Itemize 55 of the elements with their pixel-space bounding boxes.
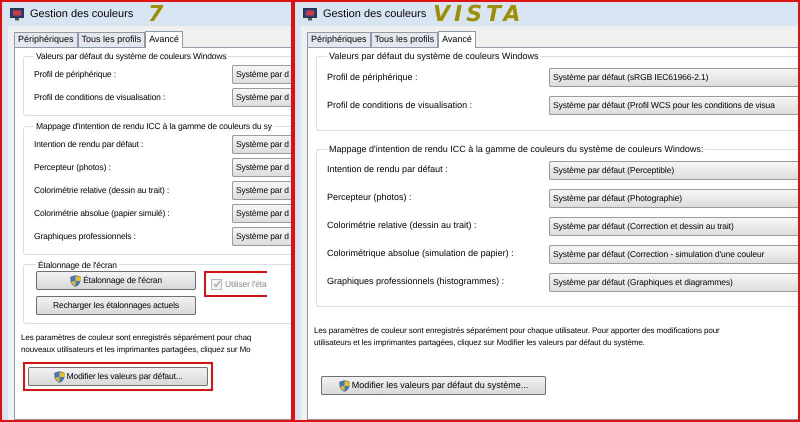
info-text: utilisateurs et les imprimantes partagées, cliquez sur Modifier les valeurs par défaut du système. [314,337,646,349]
group-title: Mappage d'intention de rendu ICC à la gamme de couleurs du sy [35,120,273,132]
tab[interactable]: Périphériques [307,32,371,47]
group-title: Mappage d'intention de rendu ICC à la gamme de couleurs du système de couleurs Windows: [328,142,704,156]
dropdown[interactable]: Système par d [232,88,291,107]
field-label: Colorimétrique absolue (simulation de papier) : [327,247,515,260]
tab[interactable]: Périphériques [14,32,78,47]
dropdown[interactable]: Système par d [232,226,291,246]
tab[interactable]: Avancé [145,31,183,48]
field-label: Profil de périphérique : [327,70,419,84]
dropdown[interactable]: Système par défaut (sRGB IEC61966-2.1) [549,68,798,87]
group-title: Étalonnage de l'écran [37,258,118,272]
handwritten-annotation: 7 [148,2,164,28]
handwritten-annotation: VISTA [433,2,524,28]
dropdown[interactable]: Système par d [232,64,291,84]
field-label: Intention de rendu par défaut : [327,163,449,176]
info-text: Les paramètres de couleur sont enregistrés séparément pour chaq [21,332,252,344]
modify-defaults-button[interactable]: Modifier les valeurs par défaut du système... [321,376,546,395]
dropdown[interactable]: Système par d [232,134,291,154]
modify-defaults-button[interactable]: Modifier les valeurs par défaut... [28,367,208,386]
field-label: Profil de conditions de visualisation : [34,90,166,104]
dropdown[interactable]: Système par défaut (Photographie) [549,188,798,208]
tab[interactable]: Tous les profils [78,32,146,47]
window-title: Gestion des couleurs [30,6,134,22]
group-title: Valeurs par défaut du système de couleurs Windows [35,50,228,63]
calibration-button[interactable]: Recharger les étalonnages actuels [36,296,196,316]
dropdown[interactable]: Système par défaut (Graphiques et diagrammes) [549,272,798,292]
monitor-icon [10,8,24,20]
calibration-button[interactable]: Étalonnage de l'écran [36,271,196,290]
dropdown[interactable]: Système par défaut (Perceptible) [549,160,798,180]
field-label: Graphiques professionnels (histogrammes) : [327,275,506,288]
monitor-icon [303,8,317,20]
dropdown[interactable]: Système par d [232,158,291,176]
field-label: Percepteur (photos) : [327,191,413,204]
dropdown[interactable]: Système par défaut (Correction et dessin au trait) [549,216,798,236]
field-label: Percepteur (photos) : [34,160,112,174]
dropdown[interactable]: Système par d [232,180,291,200]
dropdown[interactable]: Système par d [232,204,291,222]
field-label: Graphiques professionnels : [34,230,137,242]
info-text: nouveaux utilisateurs et les imprimantes partagées, cliquez sur Mo [21,344,252,356]
dropdown[interactable]: Système par défaut (Correction - simulation d'une couleur [549,244,798,264]
field-label: Colorimétrie relative (dessin au trait) : [34,184,170,196]
group-title: Valeurs par défaut du système de couleurs Windows [328,50,540,63]
field-label: Colorimétrie absolue (papier simulé) : [34,206,171,220]
tab[interactable]: Tous les profils [370,32,438,47]
info-text: Les paramètres de couleur sont enregistrés séparément pour chaque utilisateur. Pour apporter des modifications pour [314,325,721,337]
field-label: Profil de périphérique : [34,68,117,81]
field-label: Profil de conditions de visualisation : [327,98,474,112]
checkbox-label: Utiliser l'éta [225,278,267,291]
field-label: Intention de rendu par défaut : [34,138,144,150]
tab[interactable]: Avancé [438,31,476,48]
dropdown[interactable]: Système par défaut (Profil WCS pour les conditions de visua [549,96,798,115]
field-label: Colorimétrie relative (dessin au trait) : [327,219,478,232]
window-title: Gestion des couleurs [323,6,426,22]
checkmark-icon [212,280,220,288]
